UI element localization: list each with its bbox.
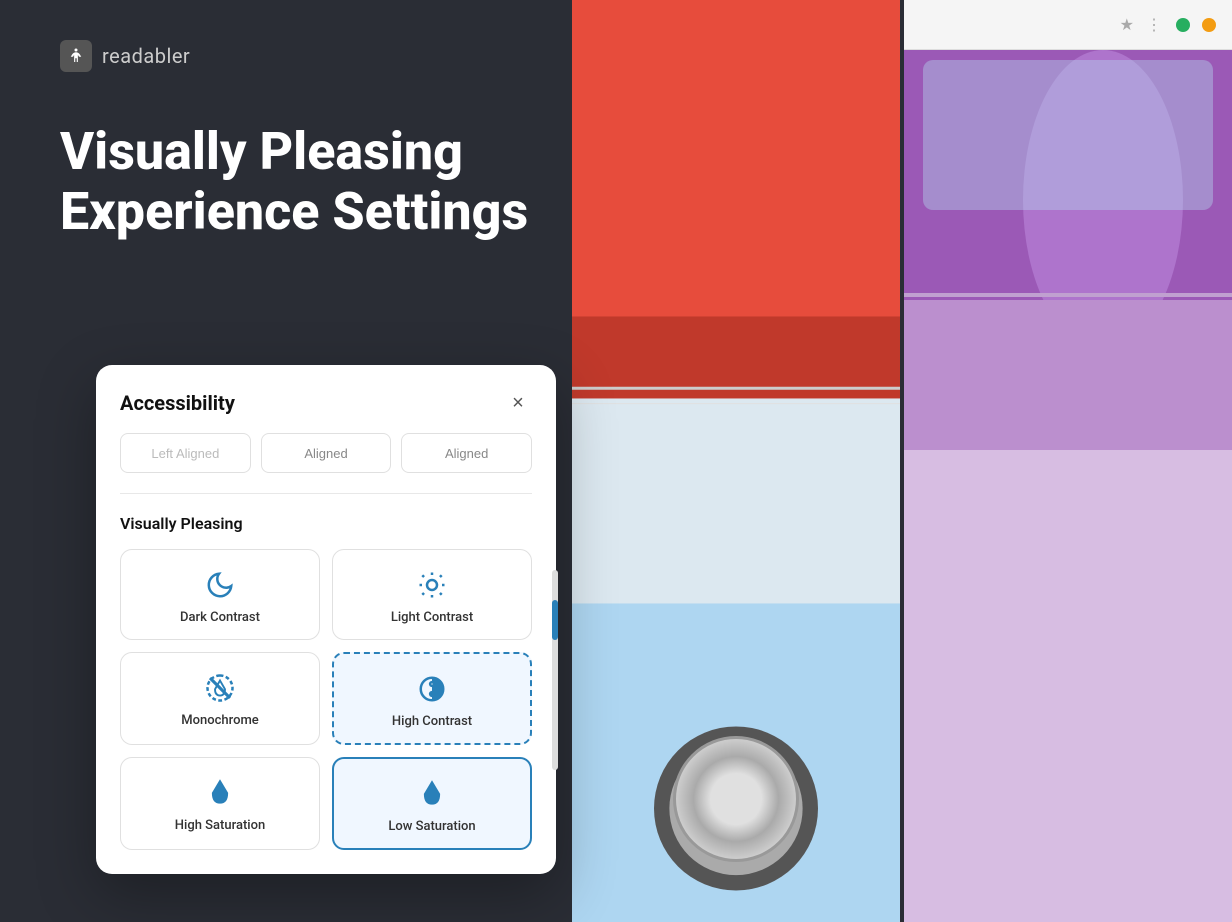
scroll-thumb xyxy=(552,600,558,640)
panel-title: Accessibility xyxy=(120,391,235,415)
right-align-button[interactable]: Aligned xyxy=(401,433,532,473)
logo-icon xyxy=(60,40,92,72)
red-car-visual xyxy=(572,0,900,922)
light-contrast-card[interactable]: Light Contrast xyxy=(332,549,532,640)
close-button[interactable]: × xyxy=(504,389,532,417)
browser-orange-dot xyxy=(1202,18,1216,32)
high-saturation-label: High Saturation xyxy=(175,818,265,833)
monochrome-icon xyxy=(205,673,235,703)
high-saturation-card[interactable]: High Saturation xyxy=(120,757,320,850)
high-contrast-label: High Contrast xyxy=(392,714,472,729)
section-title: Visually Pleasing xyxy=(120,514,532,533)
low-saturation-icon xyxy=(417,779,447,809)
monochrome-label: Monochrome xyxy=(181,713,258,728)
purple-car-photo: ★ ⋮ xyxy=(904,0,1232,922)
panel-header: Accessibility × xyxy=(120,389,532,417)
moon-icon xyxy=(205,570,235,600)
light-contrast-label: Light Contrast xyxy=(391,610,473,625)
center-align-label: Aligned xyxy=(304,446,347,461)
hero-title: Visually Pleasing Experience Settings xyxy=(60,122,640,242)
dark-contrast-label: Dark Contrast xyxy=(180,610,260,625)
high-saturation-icon xyxy=(205,778,235,808)
dark-contrast-card[interactable]: Dark Contrast xyxy=(120,549,320,640)
logo-row: readabler xyxy=(60,40,640,72)
red-car-photo xyxy=(572,0,900,922)
browser-bar: ★ ⋮ xyxy=(904,0,1232,50)
divider xyxy=(120,493,532,494)
options-grid: Dark Contrast Light Contrast xyxy=(120,549,532,850)
alignment-row: Left Aligned Aligned Aligned xyxy=(120,433,532,473)
center-align-button[interactable]: Aligned xyxy=(261,433,392,473)
sun-icon xyxy=(417,570,447,600)
low-saturation-label: Low Saturation xyxy=(388,819,475,834)
photo-area: ★ ⋮ xyxy=(572,0,1232,922)
contrast-icon xyxy=(417,674,447,704)
browser-green-dot xyxy=(1176,18,1190,32)
scroll-track[interactable] xyxy=(552,570,558,770)
logo-text: readabler xyxy=(102,44,190,68)
browser-menu-icon: ⋮ xyxy=(1146,15,1164,34)
right-align-label: Aligned xyxy=(445,446,488,461)
browser-bookmark-icon: ★ xyxy=(1120,15,1134,34)
high-contrast-card[interactable]: High Contrast xyxy=(332,652,532,745)
left-align-button[interactable]: Left Aligned xyxy=(120,433,251,473)
monochrome-card[interactable]: Monochrome xyxy=(120,652,320,745)
low-saturation-card[interactable]: Low Saturation xyxy=(332,757,532,850)
left-align-label: Left Aligned xyxy=(151,446,219,461)
accessibility-panel: Accessibility × Left Aligned Aligned Ali… xyxy=(96,365,556,874)
